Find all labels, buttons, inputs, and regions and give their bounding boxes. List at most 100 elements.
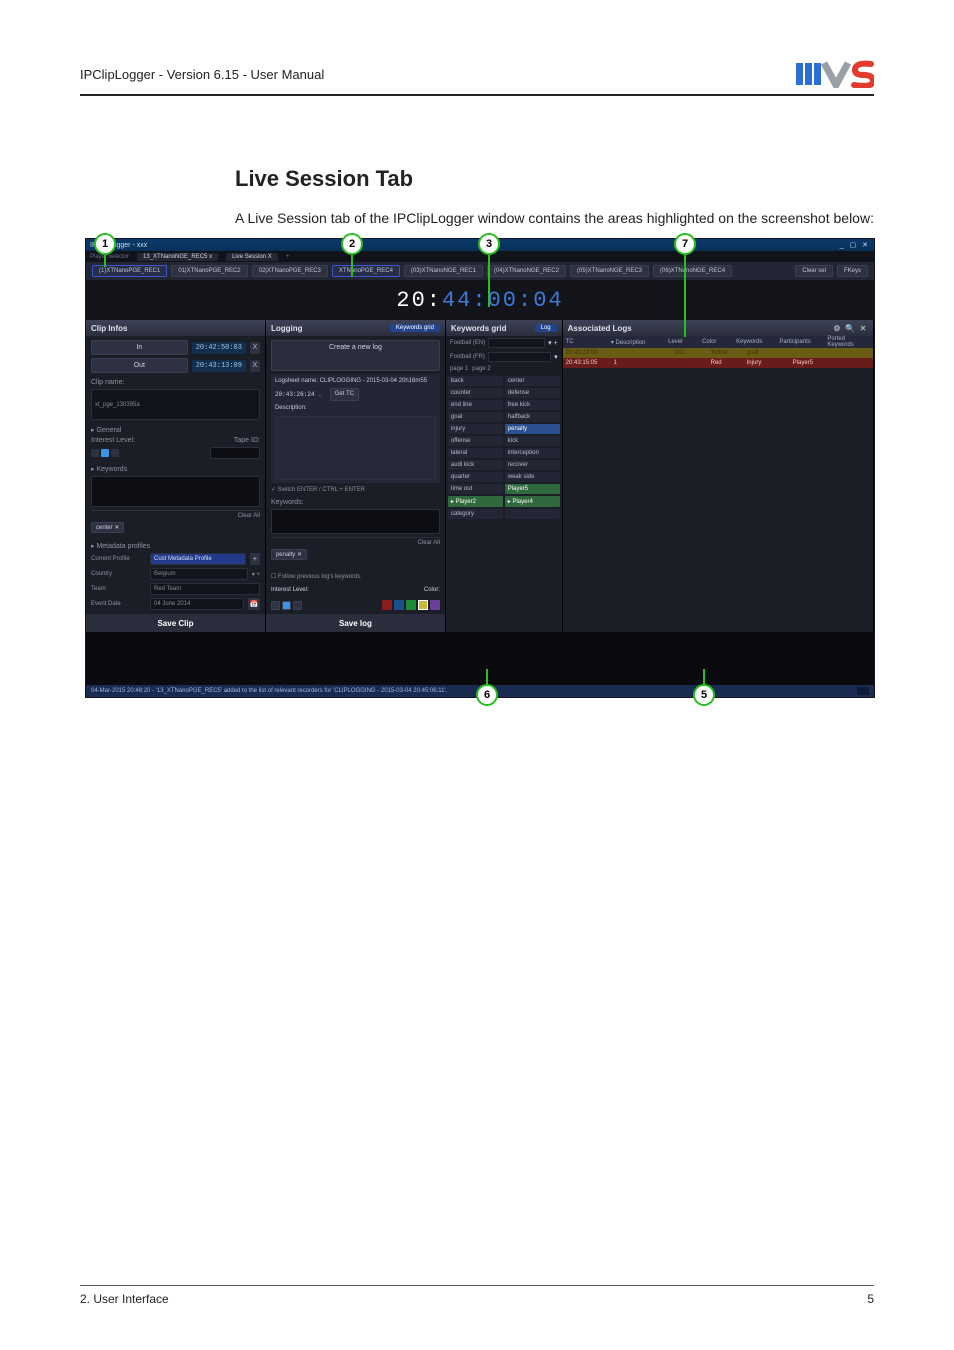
- kw-cell[interactable]: penalty: [505, 424, 560, 434]
- kw-tab-en[interactable]: Football (EN): [450, 340, 485, 346]
- kw-tab-fr[interactable]: Football (FR): [450, 354, 485, 360]
- player-tab-2[interactable]: Live Session X: [226, 253, 278, 261]
- kw-cell[interactable]: injury: [448, 424, 503, 434]
- calendar-icon[interactable]: 📅: [248, 598, 260, 610]
- description-box[interactable]: [275, 416, 436, 480]
- search-icon[interactable]: 🔍: [845, 323, 855, 333]
- window-controls[interactable]: _ ▢ ✕: [840, 241, 870, 249]
- kw-cell[interactable]: end line: [448, 400, 503, 410]
- logsheet-name: CLIPLOGGING - 2015-03-04 20h16m55: [320, 378, 427, 384]
- col-part[interactable]: Participants: [779, 339, 821, 345]
- current-profile[interactable]: Cust Metadata Profile: [150, 553, 246, 565]
- fkeys-button[interactable]: FKeys: [837, 265, 868, 277]
- r1-kw: goal: [747, 350, 787, 356]
- assoc-row-1[interactable]: 20:43:22:02 OO Yellow goal: [563, 348, 873, 358]
- header-title: IPClipLogger - Version 6.15 - User Manua…: [80, 67, 324, 82]
- color-swatches[interactable]: [382, 600, 440, 610]
- col-level[interactable]: Level: [668, 339, 696, 345]
- recorder-1[interactable]: 01|XTNanoPGE_REC2: [171, 265, 247, 277]
- status-right-icon[interactable]: [857, 687, 869, 695]
- log-pill[interactable]: Log: [535, 324, 557, 332]
- profile-add-icon[interactable]: +: [250, 553, 260, 565]
- kw-cell[interactable]: lateral: [448, 448, 503, 458]
- keywords-grid-pill[interactable]: Keywords grid: [390, 324, 440, 332]
- log-keywords-input[interactable]: [271, 509, 440, 534]
- out-button[interactable]: Out: [91, 358, 188, 373]
- clip-clear-all[interactable]: Clear All: [91, 510, 260, 519]
- interest-stars[interactable]: [91, 447, 260, 459]
- create-log-button[interactable]: Create a new log: [271, 340, 440, 371]
- out-clear[interactable]: X: [250, 360, 260, 372]
- event-date-field[interactable]: 04 June 2014: [150, 598, 244, 610]
- filter-icon[interactable]: ⚙: [832, 323, 842, 333]
- recorder-2[interactable]: 02|XTNanoPGE_REC3: [252, 265, 328, 277]
- keywords-input[interactable]: [91, 476, 260, 507]
- kw-cell[interactable]: ▸ Player2: [448, 496, 503, 507]
- save-clip-button[interactable]: Save Clip: [86, 614, 265, 632]
- kw-cell[interactable]: quarter: [448, 472, 503, 482]
- clip-name-field[interactable]: xt_pge_130395a: [91, 389, 260, 420]
- kw-chip-center[interactable]: center ✕: [91, 522, 124, 533]
- player-tabs[interactable]: PlayerSelector 13_XTNanoNGE_REC5 x Live …: [86, 251, 874, 262]
- recorder-3[interactable]: XTNanoPGE_REC4: [332, 265, 400, 277]
- follow-prev-checkbox[interactable]: ☐ Follow previous log's keywords: [271, 573, 440, 580]
- kw-cell[interactable]: interception: [505, 448, 560, 458]
- switch-enter-checkbox[interactable]: ✓ Switch ENTER / CTRL + ENTER: [271, 486, 440, 493]
- get-tc-button[interactable]: Get TC: [330, 388, 359, 401]
- col-kw[interactable]: Keywords: [736, 339, 773, 345]
- recorder-6[interactable]: (05)XTNanoNGE_REC3: [570, 265, 649, 277]
- kw-cell[interactable]: back: [448, 376, 503, 386]
- save-log-button[interactable]: Save log: [266, 614, 445, 632]
- kw-cell[interactable]: category: [448, 509, 503, 519]
- recorder-4[interactable]: (03)XTNanoNGE_REC1: [404, 265, 483, 277]
- kw-page1[interactable]: page 1: [450, 366, 468, 372]
- clip-infos-title: Clip Infos: [91, 324, 127, 333]
- kw-cell[interactable]: counter: [448, 388, 503, 398]
- log-clear-all[interactable]: Clear All: [271, 537, 440, 546]
- kw-cell[interactable]: recover: [505, 460, 560, 470]
- team-field[interactable]: Red Team: [150, 583, 260, 595]
- recorder-5[interactable]: (04)XTNanoNGE_REC2: [487, 265, 566, 277]
- kw-cell[interactable]: weak side: [505, 472, 560, 482]
- tape-id-field[interactable]: [210, 447, 260, 459]
- kw-cell[interactable]: goal: [448, 412, 503, 422]
- team-lbl: Team: [91, 586, 146, 592]
- in-button[interactable]: In: [91, 340, 188, 355]
- clear-selection-button[interactable]: Clear sel: [795, 265, 833, 277]
- kw-cell[interactable]: time out: [448, 484, 503, 494]
- assoc-row-2[interactable]: 20:43:15:05 1 Red Injury Player5: [563, 358, 873, 368]
- kw-cell[interactable]: offense: [448, 436, 503, 446]
- col-desc[interactable]: ▾ Description: [611, 339, 662, 346]
- close-icon[interactable]: ✕: [858, 323, 868, 333]
- col-tc[interactable]: TC: [566, 339, 605, 345]
- player-tab-add[interactable]: +: [286, 254, 290, 260]
- profiles-toggle[interactable]: ▸ Metadata profiles: [91, 542, 260, 550]
- col-color[interactable]: Color: [702, 339, 730, 345]
- timecode-a: 20:: [396, 288, 442, 313]
- kw-cell[interactable]: Player5: [505, 484, 560, 494]
- log-interest-rank[interactable]: [271, 601, 302, 610]
- keywords-grid: back center counter defense end line fre…: [446, 374, 562, 521]
- r2-color: Red: [711, 360, 741, 366]
- in-clear[interactable]: X: [250, 342, 260, 354]
- kw-cell[interactable]: center: [505, 376, 560, 386]
- kw-cell[interactable]: halfback: [505, 412, 560, 422]
- general-toggle[interactable]: ▸ General: [91, 426, 260, 434]
- kw-page2[interactable]: page 2: [472, 366, 490, 372]
- kw-cell[interactable]: ▸ Player4: [505, 496, 560, 507]
- r1-tc: 20:43:22:02: [566, 350, 608, 356]
- country-field[interactable]: Belgium: [150, 568, 248, 580]
- kw-cell[interactable]: [505, 509, 560, 519]
- callout-5: 5: [693, 684, 715, 706]
- player-tab-1[interactable]: 13_XTNanoNGE_REC5 x: [137, 253, 218, 261]
- kw-cell[interactable]: defense: [505, 388, 560, 398]
- kw-cell[interactable]: audi kick: [448, 460, 503, 470]
- kw-chip-penalty[interactable]: penalty ✕: [271, 549, 307, 560]
- kw-cell[interactable]: kick: [505, 436, 560, 446]
- r1-level: OO: [675, 350, 705, 356]
- recorder-7[interactable]: (06)XTNanoNGE_REC4: [653, 265, 732, 277]
- footer-page-number: 5: [867, 1292, 874, 1306]
- keywords-toggle[interactable]: ▸ Keywords: [91, 465, 260, 473]
- col-pk[interactable]: Ported Keywords: [827, 336, 870, 348]
- kw-cell[interactable]: free kick: [505, 400, 560, 410]
